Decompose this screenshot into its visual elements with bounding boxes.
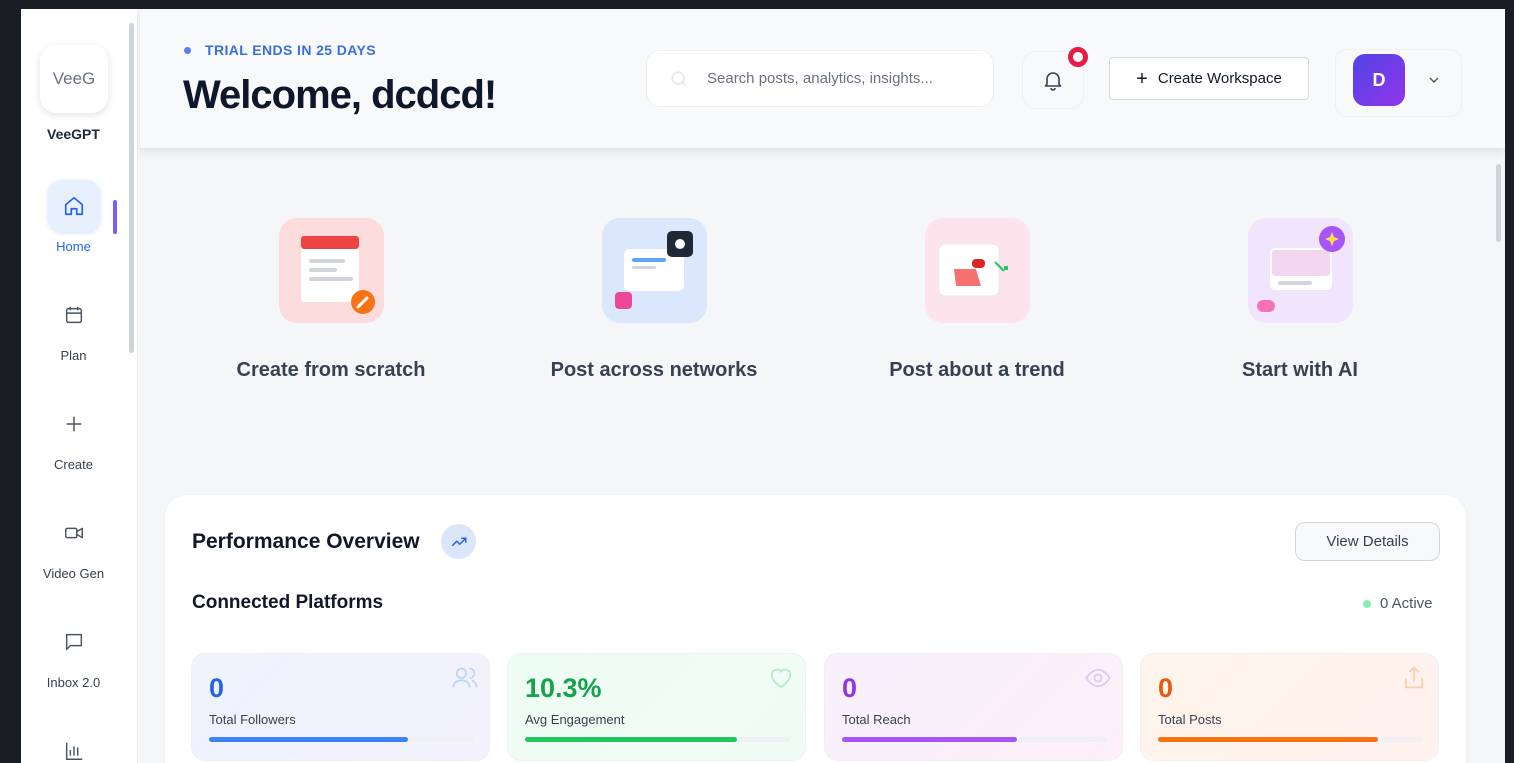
performance-title: Performance Overview xyxy=(192,530,420,553)
stat-value: 0 xyxy=(1158,673,1174,703)
chevron-down-icon[interactable] xyxy=(1426,72,1442,88)
heart-icon xyxy=(770,668,792,689)
view-details-button[interactable]: View Details xyxy=(1295,522,1440,561)
stat-value: 0 xyxy=(209,673,225,703)
active-status: 0 Active xyxy=(1363,595,1433,612)
plus-icon: + xyxy=(1136,67,1148,90)
sidebar-item-video-gen[interactable]: Video Gen xyxy=(21,507,126,581)
share-icon xyxy=(1404,666,1424,689)
sidebar-item-label: Plan xyxy=(60,348,87,363)
sidebar-item-label: Video Gen xyxy=(42,566,105,581)
notification-badge xyxy=(1068,47,1088,67)
stat-card-reach[interactable]: 0 Total Reach xyxy=(824,653,1123,761)
calendar-icon xyxy=(48,289,100,341)
create-workspace-label: Create Workspace xyxy=(1157,70,1282,87)
stat-card-followers[interactable]: 0 Total Followers xyxy=(191,653,490,761)
sidebar-scrollbar[interactable] xyxy=(129,23,134,353)
trial-dot-icon xyxy=(184,46,191,54)
notifications-button[interactable] xyxy=(1022,47,1088,109)
sidebar-item-analytics[interactable] xyxy=(21,725,126,763)
stat-label: Total Followers xyxy=(209,712,296,727)
stat-value: 0 xyxy=(842,673,858,703)
video-icon xyxy=(48,507,100,559)
trend-icon xyxy=(924,218,1030,323)
quick-action-label: Create from scratch xyxy=(236,359,426,381)
users-icon xyxy=(452,667,478,688)
sidebar-item-plan[interactable]: Plan xyxy=(21,289,126,363)
bar-chart-icon xyxy=(48,725,100,763)
quick-action-start-with-ai[interactable]: Start with AI xyxy=(1170,218,1430,382)
active-count-text: 0 Active xyxy=(1380,595,1433,612)
sidebar-item-create[interactable]: Create xyxy=(21,398,126,472)
logo-alt-text: VeeG xyxy=(52,69,96,88)
document-edit-icon xyxy=(278,218,384,323)
avatar[interactable]: D xyxy=(1353,54,1405,106)
brand-name: VeeGPT xyxy=(47,126,100,142)
search-input[interactable] xyxy=(707,70,977,87)
trending-up-icon[interactable] xyxy=(441,524,476,559)
stat-value: 10.3% xyxy=(525,673,602,703)
quick-action-post-across-networks[interactable]: Post across networks xyxy=(524,218,784,382)
quick-action-label: Start with AI xyxy=(1242,359,1358,381)
plus-icon xyxy=(48,398,100,450)
stat-progress-fill xyxy=(525,737,737,742)
top-header: TRIAL ENDS IN 25 DAYS Welcome, dcdcd! + … xyxy=(140,9,1505,149)
home-icon xyxy=(47,180,100,232)
brand-logo[interactable]: VeeG xyxy=(40,45,108,113)
create-workspace-button[interactable]: + Create Workspace xyxy=(1109,57,1309,100)
sidebar-item-label: Inbox 2.0 xyxy=(46,675,101,690)
performance-overview-card: Performance Overview View Details Connec… xyxy=(165,495,1466,763)
profile-menu[interactable]: D xyxy=(1335,49,1462,117)
message-icon xyxy=(48,616,100,668)
stat-card-posts[interactable]: 0 Total Posts xyxy=(1140,653,1439,761)
stat-progress-fill xyxy=(1158,737,1378,742)
search-bar[interactable] xyxy=(646,50,994,107)
trial-banner: TRIAL ENDS IN 25 DAYS xyxy=(184,42,376,58)
sidebar-item-label: Create xyxy=(53,457,94,472)
stat-label: Total Posts xyxy=(1158,712,1222,727)
search-icon xyxy=(671,71,687,86)
stat-card-engagement[interactable]: 10.3% Avg Engagement xyxy=(507,653,806,761)
sidebar-item-home[interactable]: Home xyxy=(21,180,126,254)
stat-label: Avg Engagement xyxy=(525,712,625,727)
sparkles-ai-icon xyxy=(1247,218,1353,323)
stat-progress-track xyxy=(842,737,1107,742)
quick-action-create-from-scratch[interactable]: Create from scratch xyxy=(201,218,461,382)
main-content: Create from scratch Post across networks xyxy=(140,149,1505,763)
quick-action-label: Post across networks xyxy=(550,359,758,381)
status-dot-icon xyxy=(1363,599,1371,608)
connected-platforms-title: Connected Platforms xyxy=(192,592,384,613)
quick-action-label: Post about a trend xyxy=(889,359,1065,381)
page-title: Welcome, dcdcd! xyxy=(183,73,497,117)
trial-text: TRIAL ENDS IN 25 DAYS xyxy=(205,42,376,58)
main-scrollbar[interactable] xyxy=(1496,164,1501,242)
bell-icon xyxy=(1044,72,1062,91)
sidebar: VeeG VeeGPT Home Plan Create Video Gen I… xyxy=(21,9,138,763)
sidebar-item-label: Home xyxy=(56,239,91,254)
quick-action-post-about-trend[interactable]: Post about a trend xyxy=(847,218,1107,382)
share-networks-icon xyxy=(601,218,707,323)
stat-progress-track xyxy=(1158,737,1423,742)
stat-progress-track xyxy=(525,737,790,742)
eye-icon xyxy=(1085,668,1111,688)
stat-progress-track xyxy=(209,737,474,742)
app-window: VeeG VeeGPT Home Plan Create Video Gen I… xyxy=(21,9,1505,763)
active-indicator xyxy=(113,200,117,234)
stat-progress-fill xyxy=(209,737,408,742)
stat-label: Total Reach xyxy=(842,712,911,727)
stat-progress-fill xyxy=(842,737,1017,742)
sidebar-item-inbox[interactable]: Inbox 2.0 xyxy=(21,616,126,690)
